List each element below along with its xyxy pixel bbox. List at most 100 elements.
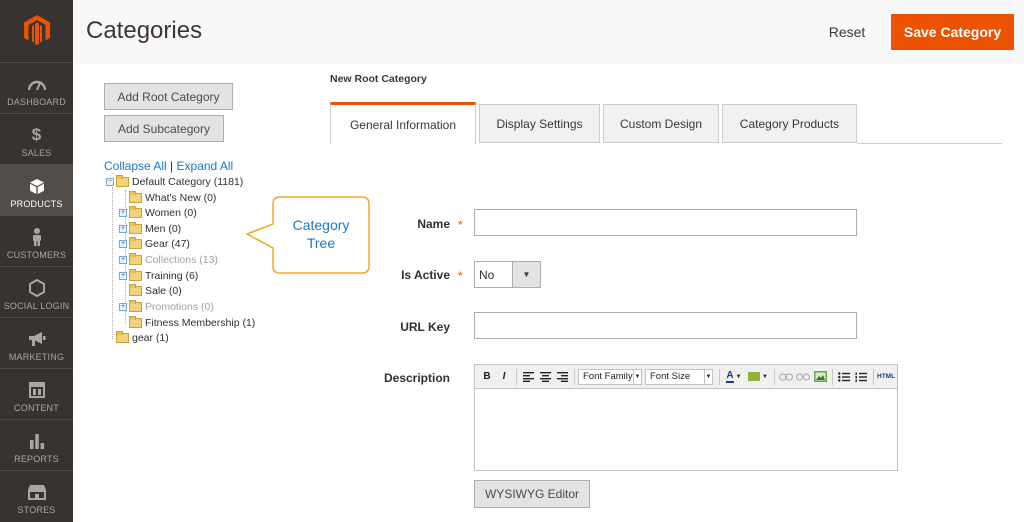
- url-key-label: URL Key: [400, 320, 450, 334]
- font-size-select[interactable]: Font Size ▼: [645, 368, 713, 385]
- name-label: Name: [417, 217, 450, 231]
- expand-toggle-icon[interactable]: +: [119, 209, 127, 217]
- add-root-category-button[interactable]: Add Root Category: [104, 83, 233, 110]
- sidebar-item-stores[interactable]: STORES: [0, 470, 73, 521]
- tree-node-men[interactable]: + Men (0): [119, 222, 181, 236]
- tree-node-sale[interactable]: Sale (0): [119, 284, 182, 298]
- html-source-button[interactable]: HTML: [877, 368, 895, 386]
- expand-toggle-icon[interactable]: +: [119, 225, 127, 233]
- name-input[interactable]: [474, 209, 857, 236]
- bar-chart-icon: [29, 432, 45, 450]
- tree-node-gear-root[interactable]: gear (1): [106, 331, 169, 345]
- folder-icon: [129, 269, 142, 281]
- store-icon: [27, 483, 47, 501]
- tree-node-label: Promotions (0): [145, 301, 214, 313]
- tree-node-collections[interactable]: + Collections (13): [119, 253, 218, 267]
- tab-category-products[interactable]: Category Products: [722, 104, 857, 143]
- tree-node-label: Collections (13): [145, 254, 218, 266]
- align-center-icon[interactable]: [537, 368, 553, 386]
- magento-logo[interactable]: [0, 0, 73, 60]
- font-family-select[interactable]: Font Family ▼: [578, 368, 642, 385]
- tree-node-label: Sale (0): [145, 285, 182, 297]
- expand-toggle-icon[interactable]: +: [119, 272, 127, 280]
- tree-node-promotions[interactable]: + Promotions (0): [119, 300, 214, 314]
- tree-node-whats-new[interactable]: What's New (0): [119, 191, 216, 205]
- sidebar-item-products[interactable]: PRODUCTS: [0, 164, 73, 215]
- sidebar-item-social-login[interactable]: SOCIAL LOGIN: [0, 266, 73, 317]
- sidebar-item-customers[interactable]: CUSTOMERS: [0, 215, 73, 266]
- expand-toggle-icon[interactable]: +: [119, 256, 127, 264]
- link-icon[interactable]: [778, 368, 794, 386]
- expand-toggle-icon[interactable]: +: [119, 240, 127, 248]
- folder-icon: [129, 300, 142, 312]
- tree-connector: [112, 187, 113, 339]
- bold-button[interactable]: B: [479, 368, 495, 386]
- folder-icon: [129, 222, 142, 234]
- sidebar-item-label: CONTENT: [14, 403, 59, 413]
- is-active-select[interactable]: No ▼: [474, 261, 541, 288]
- callout-text-line1: Category: [292, 217, 350, 233]
- folder-icon: [129, 284, 142, 296]
- reset-button[interactable]: Reset: [818, 14, 876, 50]
- sidebar-item-label: PRODUCTS: [10, 199, 63, 209]
- tree-node-label: Fitness Membership (1): [145, 317, 256, 329]
- url-key-input[interactable]: [474, 312, 857, 339]
- font-family-value: Font Family: [583, 371, 633, 382]
- sidebar-item-label: SALES: [21, 148, 52, 158]
- font-color-button[interactable]: A ▼: [723, 368, 745, 386]
- save-category-button[interactable]: Save Category: [891, 14, 1014, 50]
- font-size-value: Font Size: [650, 371, 691, 382]
- editor-toolbar: B I Font Family ▼ Font Size ▼ A ▼ ▼ HTML: [475, 365, 897, 389]
- dropdown-arrow-icon[interactable]: ▼: [512, 262, 540, 287]
- align-left-icon[interactable]: [520, 368, 536, 386]
- sidebar-item-dashboard[interactable]: DASHBOARD: [0, 62, 73, 113]
- admin-sidebar: DASHBOARD $ SALES PRODUCTS CUSTOMERS SOC…: [0, 0, 73, 522]
- highlight-icon: [748, 372, 761, 381]
- sidebar-item-label: MARKETING: [8, 352, 65, 362]
- collapse-toggle-icon[interactable]: −: [106, 178, 114, 186]
- sidebar-item-reports[interactable]: REPORTS: [0, 419, 73, 470]
- tree-node-label: Men (0): [145, 223, 182, 235]
- sidebar-item-marketing[interactable]: MARKETING: [0, 317, 73, 368]
- numbered-list-icon[interactable]: [853, 368, 869, 386]
- sidebar-item-label: REPORTS: [14, 454, 59, 464]
- dropdown-arrow-icon: ▼: [704, 369, 712, 384]
- magento-logo-icon: [23, 15, 50, 45]
- bullet-list-icon[interactable]: [836, 368, 852, 386]
- hexagon-icon: [28, 279, 45, 297]
- tree-node-women[interactable]: + Women (0): [119, 206, 197, 220]
- tab-general-information[interactable]: General Information: [330, 102, 476, 144]
- sidebar-item-sales[interactable]: $ SALES: [0, 113, 73, 164]
- dropdown-arrow-icon: ▼: [762, 373, 768, 380]
- tree-node-default-category[interactable]: − Default Category (1181): [106, 175, 243, 189]
- wysiwyg-editor-button[interactable]: WYSIWYG Editor: [474, 480, 590, 508]
- collapse-all-link[interactable]: Collapse All: [104, 159, 167, 173]
- folder-icon: [129, 253, 142, 265]
- folder-icon: [129, 237, 142, 249]
- dollar-icon: $: [31, 125, 42, 144]
- sidebar-item-content[interactable]: CONTENT: [0, 368, 73, 419]
- highlight-color-button[interactable]: ▼: [746, 368, 770, 386]
- required-mark: *: [458, 218, 463, 232]
- required-mark: *: [458, 269, 463, 283]
- tab-baseline: [857, 143, 1002, 144]
- insert-image-icon[interactable]: [812, 368, 828, 386]
- tree-node-gear[interactable]: + Gear (47): [119, 237, 190, 251]
- unlink-icon[interactable]: [795, 368, 811, 386]
- tab-display-settings[interactable]: Display Settings: [479, 104, 600, 143]
- editor-content-area[interactable]: [475, 389, 897, 471]
- sidebar-item-label: SOCIAL LOGIN: [3, 301, 70, 311]
- add-subcategory-button[interactable]: Add Subcategory: [104, 115, 224, 142]
- tree-node-training[interactable]: + Training (6): [119, 269, 198, 283]
- folder-icon: [129, 206, 142, 218]
- expand-all-link[interactable]: Expand All: [177, 159, 234, 173]
- sidebar-item-label: STORES: [17, 505, 56, 515]
- tree-node-fitness-membership[interactable]: Fitness Membership (1): [119, 316, 255, 330]
- tree-node-label: gear (1): [132, 332, 169, 344]
- expand-toggle-icon[interactable]: +: [119, 303, 127, 311]
- align-right-icon[interactable]: [554, 368, 570, 386]
- tab-custom-design[interactable]: Custom Design: [603, 104, 719, 143]
- sidebar-item-label: CUSTOMERS: [6, 250, 67, 260]
- italic-button[interactable]: I: [496, 368, 512, 386]
- dropdown-arrow-icon: ▼: [633, 369, 641, 384]
